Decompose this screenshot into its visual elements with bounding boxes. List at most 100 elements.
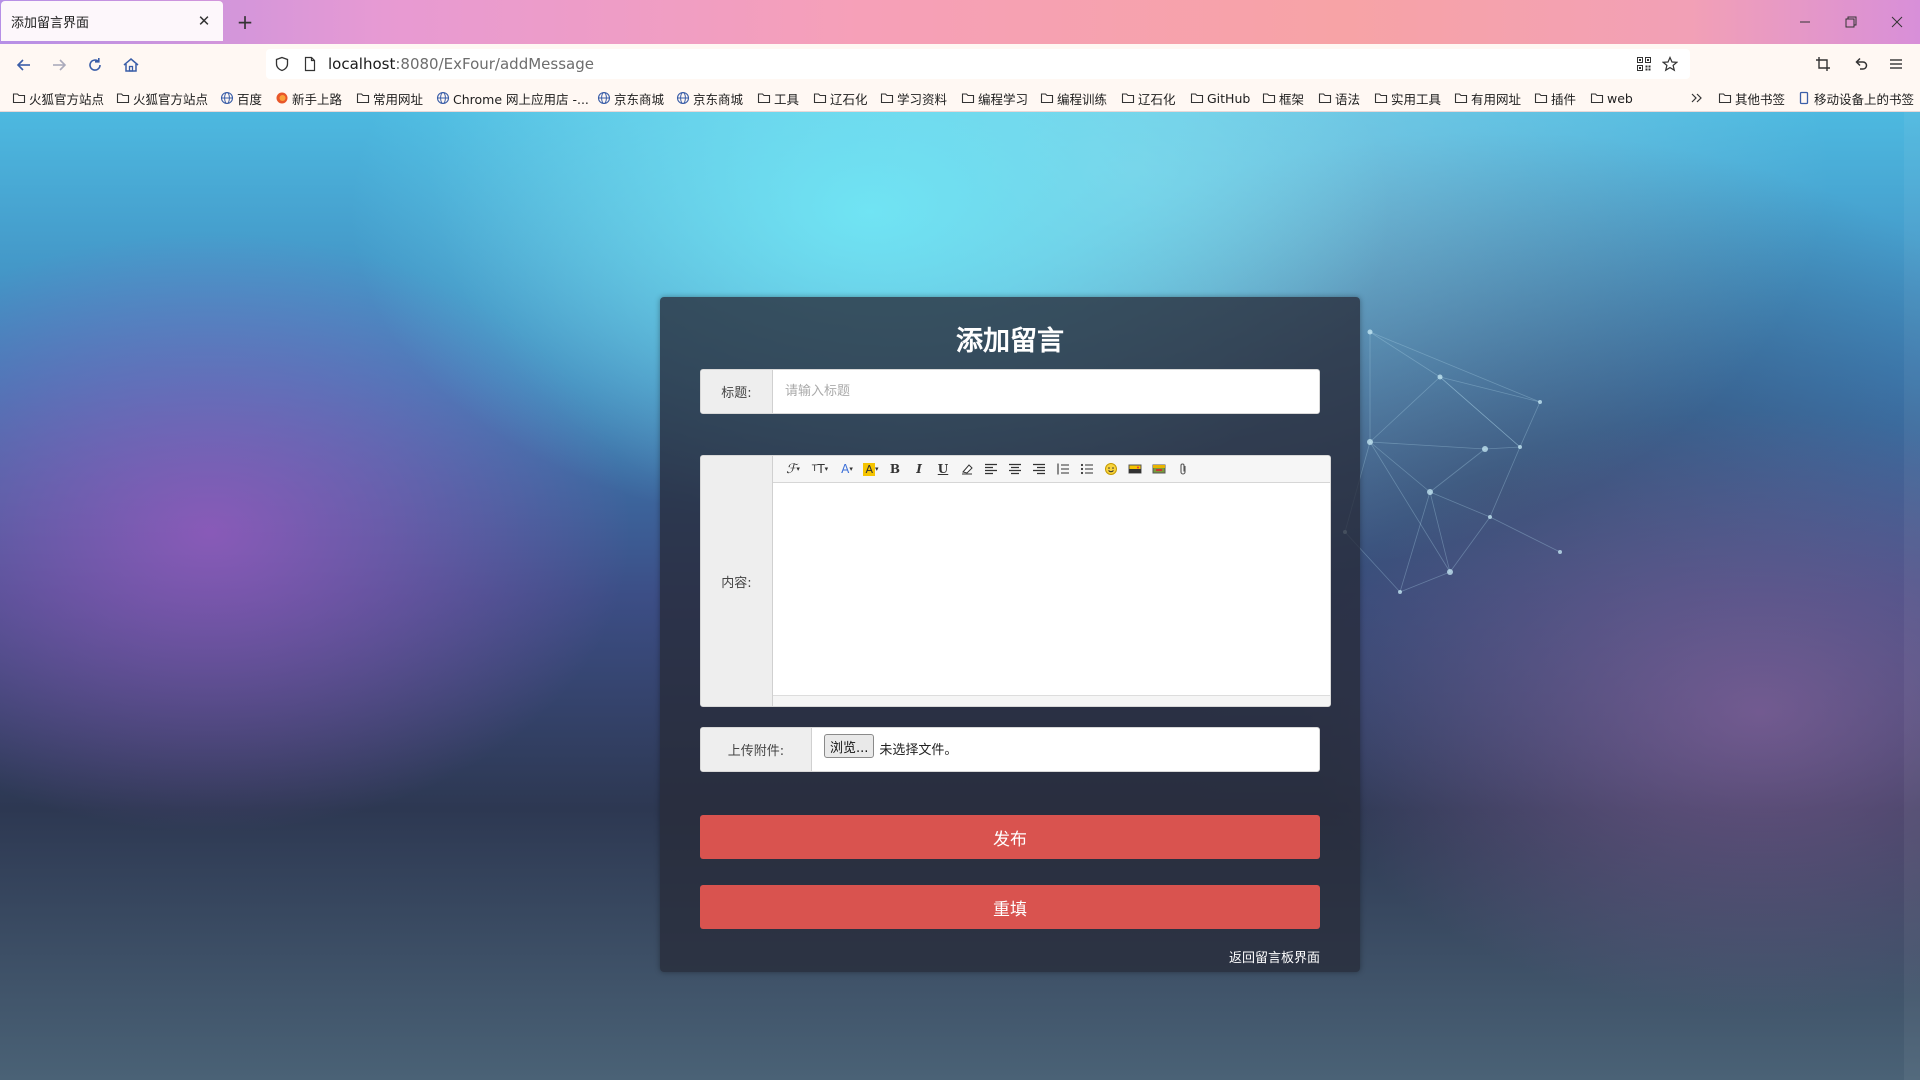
bookmark-item[interactable]: web	[1590, 89, 1633, 107]
forward-icon[interactable]	[45, 51, 73, 79]
align-left-icon[interactable]	[979, 459, 1003, 479]
active-tab[interactable]: 添加留言界面 ✕	[1, 1, 223, 41]
globe-icon	[436, 91, 450, 105]
bookmark-label: 学习资料	[897, 91, 948, 107]
bookmark-label: 工具	[774, 91, 800, 107]
undo-close-tab-icon[interactable]	[1852, 56, 1868, 72]
title-input[interactable]	[773, 370, 1319, 413]
highlight-color-icon[interactable]: A ▾	[859, 459, 883, 479]
italic-icon[interactable]: I	[907, 459, 931, 479]
home-icon[interactable]	[117, 51, 145, 79]
attachment-field: 上传附件: 浏览... 未选择文件。	[700, 727, 1320, 772]
close-window-icon[interactable]	[1882, 8, 1912, 36]
navigation-bar: localhost:8080/ExFour/addMessage	[0, 44, 1920, 84]
screenshot-icon[interactable]	[1815, 56, 1831, 72]
content-field: 内容: ℱ ▾ T T ▾ A ▾ A ▾ B I U	[700, 455, 1331, 707]
browse-button[interactable]: 浏览...	[824, 734, 875, 758]
bookmark-item[interactable]: 新手上路	[275, 89, 342, 107]
underline-icon[interactable]: U	[931, 459, 955, 479]
close-tab-icon[interactable]: ✕	[195, 12, 213, 30]
align-right-icon[interactable]	[1027, 459, 1051, 479]
url-path: :8080/ExFour/addMessage	[395, 55, 594, 73]
folder-icon	[813, 93, 827, 104]
bookmark-label: 有用网址	[1471, 91, 1522, 107]
bookmark-item[interactable]: 京东商城	[597, 89, 664, 107]
folder-icon	[12, 93, 26, 104]
form-heading: 添加留言	[956, 326, 1064, 357]
bookmark-item[interactable]: 有用网址	[1454, 89, 1521, 107]
bookmark-label: Chrome 网上应用店 -...	[453, 91, 589, 107]
mobile-bookmarks[interactable]: 移动设备上的书签	[1797, 89, 1914, 107]
bookmark-item[interactable]: 编程训练	[1040, 89, 1107, 107]
bookmark-label: web	[1607, 90, 1633, 106]
bookmark-label: 辽石化	[1138, 91, 1176, 107]
bold-icon[interactable]: B	[883, 459, 907, 479]
tab-bar: 添加留言界面 ✕ +	[0, 0, 1920, 44]
bookmark-item[interactable]: GitHub	[1190, 89, 1250, 107]
bookmark-item[interactable]: 语法	[1318, 89, 1360, 107]
bookmark-item[interactable]: 框架	[1262, 89, 1304, 107]
mobile-icon	[1799, 91, 1809, 105]
publish-button[interactable]: 发布	[700, 815, 1320, 859]
network-graphic	[1343, 329, 1562, 594]
other-bookmarks[interactable]: 其他书签	[1718, 89, 1785, 107]
emoticon-icon[interactable]	[1099, 459, 1123, 479]
font-family-icon[interactable]: ℱ ▾	[781, 459, 805, 479]
folder-icon	[1190, 93, 1204, 104]
editor-resize-bar[interactable]	[773, 695, 1330, 706]
menu-icon[interactable]	[1888, 56, 1904, 72]
qr-code-icon[interactable]	[1636, 56, 1652, 72]
insert-media-icon[interactable]	[1147, 459, 1171, 479]
folder-icon	[880, 93, 894, 104]
eraser-icon[interactable]	[955, 459, 979, 479]
bookmark-item[interactable]: 常用网址	[356, 89, 423, 107]
bookmark-label: 编程训练	[1057, 91, 1108, 107]
new-tab-icon[interactable]: +	[232, 9, 258, 35]
font-size-icon[interactable]: T T ▾	[805, 459, 835, 479]
mobile-bookmarks-label: 移动设备上的书签	[1814, 91, 1915, 107]
file-status-text: 未选择文件。	[879, 743, 958, 758]
ordered-list-icon[interactable]	[1051, 459, 1075, 479]
title-field: 标题:	[700, 369, 1320, 414]
bookmark-item[interactable]: 实用工具	[1374, 89, 1441, 107]
bookmarks-bar: 其他书签 移动设备上的书签 火狐官方站点 火狐官方站点 百度 新手上路 常用网址 Chro…	[0, 84, 1920, 112]
unordered-list-icon[interactable]	[1075, 459, 1099, 479]
back-icon[interactable]	[10, 51, 38, 79]
content-editor-area[interactable]	[773, 483, 1330, 695]
attachment-icon[interactable]	[1171, 459, 1195, 479]
address-bar[interactable]: localhost:8080/ExFour/addMessage	[266, 49, 1690, 79]
minimize-icon[interactable]	[1790, 8, 1820, 36]
bookmark-item[interactable]: 火狐官方站点	[116, 89, 208, 107]
globe-icon	[220, 91, 234, 105]
restore-icon[interactable]	[1836, 8, 1866, 36]
back-to-board-link[interactable]: 返回留言板界面	[1229, 947, 1320, 966]
bookmark-item[interactable]: 工具	[757, 89, 799, 107]
globe-icon	[676, 91, 690, 105]
attachment-label: 上传附件:	[701, 728, 812, 771]
url-text[interactable]: localhost:8080/ExFour/addMessage	[328, 55, 594, 73]
shield-icon[interactable]	[274, 56, 290, 72]
bookmark-item[interactable]: 火狐官方站点	[12, 89, 104, 107]
bookmark-item[interactable]: 京东商城	[676, 89, 743, 107]
align-center-icon[interactable]	[1003, 459, 1027, 479]
folder-icon	[356, 93, 370, 104]
bookmark-label: 百度	[237, 91, 263, 107]
reset-button[interactable]: 重填	[700, 885, 1320, 929]
reload-icon[interactable]	[81, 51, 109, 79]
more-bookmarks-icon[interactable]	[1690, 89, 1707, 107]
bookmark-star-icon[interactable]	[1662, 56, 1678, 72]
bookmark-item[interactable]: 学习资料	[880, 89, 947, 107]
bookmark-label: 语法	[1335, 91, 1361, 107]
bookmark-item[interactable]: 辽石化	[813, 89, 868, 107]
insert-image-icon[interactable]	[1123, 459, 1147, 479]
bookmark-item[interactable]: 插件	[1534, 89, 1576, 107]
bookmark-item[interactable]: 辽石化	[1121, 89, 1176, 107]
bookmark-item[interactable]: Chrome 网上应用店 -...	[436, 89, 589, 107]
other-bookmarks-label: 其他书签	[1735, 91, 1786, 107]
page-info-icon[interactable]	[302, 56, 318, 72]
page-scrollbar[interactable]	[1904, 112, 1920, 1080]
bookmark-label: 辽石化	[830, 91, 868, 107]
bookmark-item[interactable]: 编程学习	[961, 89, 1028, 107]
font-color-icon[interactable]: A ▾	[835, 459, 859, 479]
bookmark-item[interactable]: 百度	[220, 89, 262, 107]
